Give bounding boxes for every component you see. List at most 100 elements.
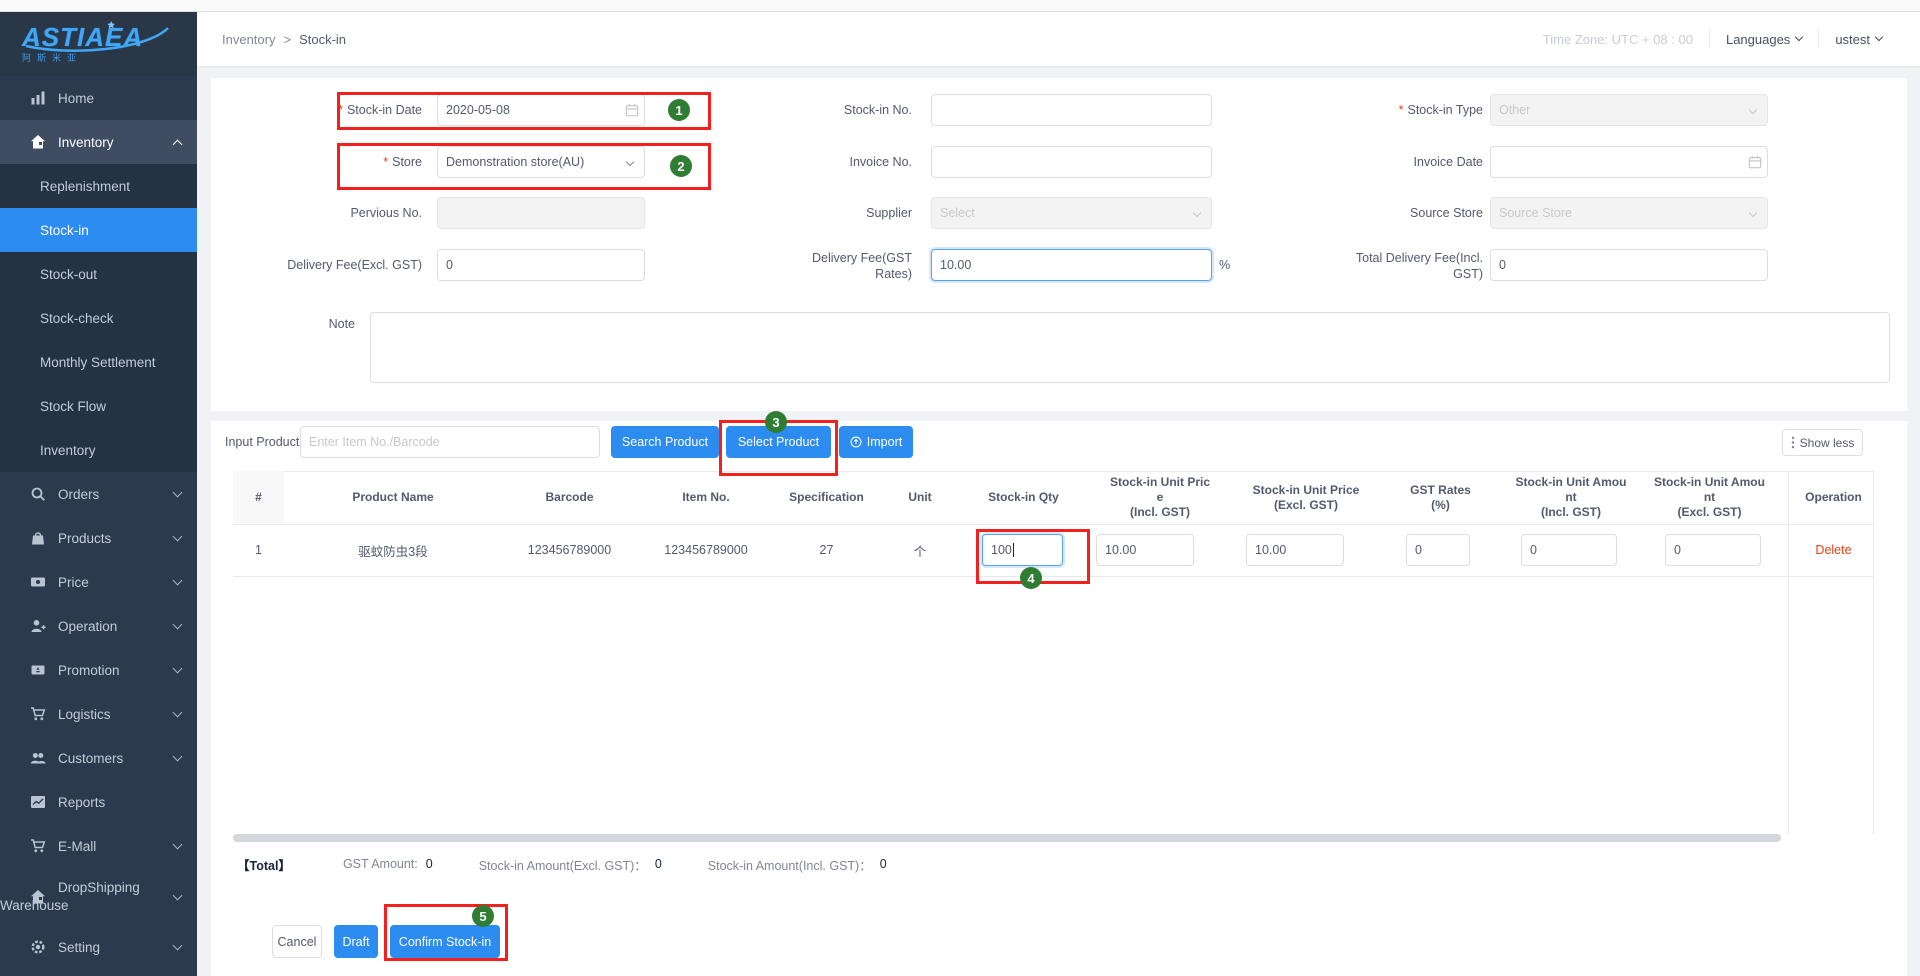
- cancel-button[interactable]: Cancel: [272, 925, 322, 958]
- gear-icon: [30, 939, 46, 955]
- show-less-button[interactable]: Show less: [1782, 429, 1863, 456]
- unit-price-excl-input[interactable]: [1246, 534, 1344, 566]
- topbar: Inventory > Stock-in Time Zone: UTC + 08…: [197, 12, 1920, 66]
- chevron-up-icon: [173, 139, 183, 149]
- promotion-icon: [30, 662, 46, 678]
- store-label: *Store: [222, 146, 422, 178]
- topbar-right: Time Zone: UTC + 08 : 00 Languages ustes…: [1543, 12, 1898, 66]
- chevron-down-icon: [173, 620, 183, 630]
- sidebar-item-price[interactable]: Price: [0, 560, 197, 604]
- col-header-unit-price-incl: Stock-in Unit Pric e (Incl. GST): [1085, 471, 1235, 524]
- sidebar-item-stock-flow[interactable]: Stock Flow: [0, 384, 197, 428]
- import-button[interactable]: Import: [839, 426, 913, 458]
- row-unit-cell: 个: [878, 524, 962, 576]
- breadcrumb-stock-in: Stock-in: [299, 32, 346, 47]
- line-chart-icon: [30, 794, 46, 810]
- sidebar-item-reports[interactable]: Reports: [0, 780, 197, 824]
- supplier-label: Supplier: [772, 197, 912, 229]
- horizontal-scrollbar[interactable]: [233, 834, 1781, 842]
- delivery-fee-excl-input[interactable]: [437, 249, 645, 281]
- app-logo: ASTIAEA 阿斯米亚: [0, 12, 197, 76]
- timezone-label: Time Zone: UTC + 08 : 00: [1543, 32, 1709, 47]
- product-search-input[interactable]: [300, 426, 600, 458]
- total-delivery-fee-input[interactable]: [1490, 249, 1768, 281]
- sidebar-item-inventory[interactable]: Inventory: [0, 120, 197, 164]
- stock-in-amount-excl-label: Stock-in Amount(Excl. GST)：: [479, 855, 647, 874]
- home-icon: [30, 134, 46, 150]
- sidebar-item-stock-out[interactable]: Stock-out: [0, 252, 197, 296]
- cart-icon: [30, 838, 46, 854]
- stock-in-qty-input[interactable]: 100: [982, 534, 1063, 566]
- window-top-strip: [0, 0, 1920, 12]
- stock-in-amount-incl-value: 0: [880, 857, 887, 871]
- sidebar-item-inventory-sub[interactable]: Inventory: [0, 428, 197, 472]
- note-textarea[interactable]: [370, 312, 1890, 383]
- user-menu[interactable]: ustest: [1819, 32, 1898, 47]
- stock-in-amount-incl-label: Stock-in Amount(Incl. GST)：: [708, 855, 872, 874]
- confirm-stock-in-button[interactable]: Confirm Stock-in: [390, 925, 500, 958]
- fixed-column-divider: [1788, 471, 1789, 834]
- sidebar-item-logistics[interactable]: Logistics: [0, 692, 197, 736]
- more-dots-icon: [1791, 436, 1795, 449]
- sidebar-item-orders[interactable]: Orders: [0, 472, 197, 516]
- chevron-down-icon: [1193, 209, 1201, 217]
- sidebar-item-e-mall[interactable]: E-Mall: [0, 824, 197, 868]
- supplier-select: Select: [931, 197, 1212, 229]
- sidebar-item-stock-in[interactable]: Stock-in: [0, 208, 197, 252]
- gst-rate-input[interactable]: [1406, 534, 1470, 566]
- totals-row: 【Total】 GST Amount: 0 Stock-in Amount(Ex…: [237, 855, 887, 873]
- col-header-amount-excl: Stock-in Unit Amou nt (Excl. GST): [1638, 471, 1781, 524]
- row-index-cell: 1: [233, 524, 284, 576]
- store-select[interactable]: Demonstration store(AU): [437, 146, 645, 178]
- sidebar: ASTIAEA 阿斯米亚 Home Inventory Replenishmen…: [0, 12, 197, 976]
- delivery-fee-gst-input[interactable]: [931, 249, 1212, 281]
- invoice-date-input[interactable]: [1490, 146, 1768, 178]
- stock-in-no-input[interactable]: [931, 94, 1212, 126]
- unit-price-incl-input[interactable]: [1096, 534, 1194, 566]
- chevron-down-icon: [1795, 33, 1803, 41]
- sidebar-item-home[interactable]: Home: [0, 76, 197, 120]
- breadcrumb-inventory[interactable]: Inventory: [222, 32, 275, 47]
- stock-in-type-select: Other: [1490, 94, 1768, 126]
- sidebar-item-customers[interactable]: Customers: [0, 736, 197, 780]
- sidebar-item-monthly-settlement[interactable]: Monthly Settlement: [0, 340, 197, 384]
- amount-excl-input[interactable]: [1665, 534, 1761, 566]
- chevron-down-icon: [173, 532, 183, 542]
- sidebar-item-products[interactable]: Products: [0, 516, 197, 560]
- languages-menu[interactable]: Languages: [1710, 32, 1818, 47]
- breadcrumb-separator: >: [283, 32, 291, 47]
- invoice-date-label: Invoice Date: [1343, 146, 1483, 178]
- row-barcode-cell: 123456789000: [502, 524, 637, 576]
- draft-button[interactable]: Draft: [334, 925, 378, 958]
- sidebar-item-promotion[interactable]: Promotion: [0, 648, 197, 692]
- row-bottom-border: [233, 576, 1873, 577]
- chevron-down-icon: [173, 941, 183, 951]
- chevron-down-icon: [173, 664, 183, 674]
- amount-incl-input[interactable]: [1521, 534, 1617, 566]
- sidebar-item-dropshipping-warehouse[interactable]: DropShipping Warehouse: [0, 868, 197, 925]
- inventory-submenu: Replenishment Stock-in Stock-out Stock-c…: [0, 164, 197, 472]
- chevron-down-icon: [1749, 106, 1757, 114]
- cart-icon: [30, 706, 46, 722]
- stock-in-date-input[interactable]: [437, 94, 645, 126]
- sidebar-item-replenishment[interactable]: Replenishment: [0, 164, 197, 208]
- table-right-border: [1873, 471, 1874, 834]
- chevron-down-icon: [173, 488, 183, 498]
- search-icon: [30, 486, 46, 502]
- breadcrumb: Inventory > Stock-in: [222, 12, 346, 66]
- money-icon: [30, 574, 46, 590]
- stock-in-type-label: *Stock-in Type: [1343, 94, 1483, 126]
- gst-amount-label: GST Amount:: [343, 857, 418, 871]
- chevron-down-icon: [173, 840, 183, 850]
- chevron-down-icon: [1749, 209, 1757, 217]
- invoice-no-input[interactable]: [931, 146, 1212, 178]
- col-header-specification: Specification: [775, 471, 878, 524]
- sidebar-item-operation[interactable]: Operation: [0, 604, 197, 648]
- search-product-button[interactable]: Search Product: [611, 426, 719, 458]
- select-product-button[interactable]: Select Product: [726, 426, 831, 458]
- col-header-amount-incl: Stock-in Unit Amou nt (Incl. GST): [1504, 471, 1638, 524]
- delivery-fee-gst-label: Delivery Fee(GST Rates): [772, 249, 912, 282]
- sidebar-item-stock-check[interactable]: Stock-check: [0, 296, 197, 340]
- sidebar-item-setting[interactable]: Setting: [0, 925, 197, 969]
- delete-link[interactable]: Delete: [1815, 543, 1851, 557]
